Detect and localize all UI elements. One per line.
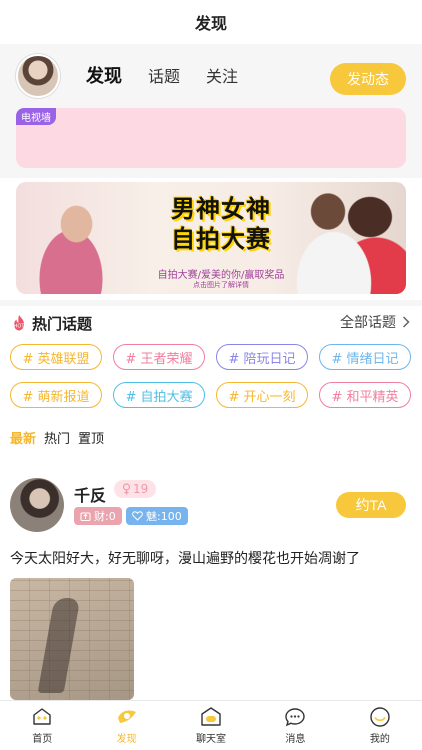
topic-tag[interactable]: # 王者荣耀	[113, 344, 205, 370]
topic-tag[interactable]: # 开心一刻	[216, 382, 308, 408]
my-avatar[interactable]	[16, 54, 60, 98]
top-tabs: 发现 话题 关注	[86, 62, 238, 88]
heart-icon	[132, 511, 143, 521]
chevron-right-icon	[402, 316, 410, 328]
feed-tab-pinned[interactable]: 置顶	[78, 428, 104, 447]
bottom-tab-bar: 首页 发现 聊天室 消息 我的	[0, 700, 422, 750]
tabbar-message[interactable]: 消息	[253, 701, 337, 750]
tabbar-chatroom-label: 聊天室	[196, 734, 227, 745]
feed-tabs: 最新 热门 置顶	[10, 428, 104, 447]
tabbar-profile[interactable]: 我的	[338, 701, 422, 750]
hot-topics-title: 热门话题	[32, 314, 93, 333]
tabbar-home-label: 首页	[32, 734, 53, 745]
wealth-badge: 财:0	[74, 507, 122, 525]
charm-value: 魅:100	[146, 510, 182, 523]
tv-wall-badge: 电视墙	[16, 108, 56, 125]
tabbar-discover-label: 发现	[116, 734, 137, 745]
post-user-name[interactable]: 千反	[74, 482, 106, 506]
message-icon	[285, 708, 306, 727]
home-icon	[33, 708, 51, 725]
topic-tag[interactable]: # 自拍大赛	[113, 382, 205, 408]
feed-tab-hot[interactable]: 热门	[44, 428, 70, 447]
banner-photo-left	[16, 194, 126, 294]
tab-follow[interactable]: 关注	[206, 63, 238, 87]
photo-silhouette	[37, 598, 81, 693]
female-icon	[122, 483, 131, 495]
banner-title: 男神女神 自拍大赛	[126, 194, 316, 254]
hot-fire-icon: HOT	[14, 315, 26, 331]
tabbar-discover[interactable]: 发现	[84, 701, 168, 750]
all-topics-label: 全部话题	[340, 315, 396, 331]
profile-icon	[370, 707, 390, 727]
tab-discover[interactable]: 发现	[86, 62, 122, 88]
banner-hint: 点击图片了解详情	[193, 281, 249, 289]
wealth-value: 财:0	[94, 510, 116, 523]
banner-title-line2: 自拍大赛	[171, 225, 271, 253]
discover-page: 发现 发现 话题 关注 发动态 电视墙 男神女神 自拍大赛 自拍大赛/爱美的你/…	[0, 0, 422, 750]
tv-wall-card[interactable]: 电视墙	[16, 108, 406, 168]
topic-tag[interactable]: # 陪玩日记	[216, 344, 308, 370]
banner-title-line1: 男神女神	[171, 195, 271, 223]
tab-topics[interactable]: 话题	[148, 63, 180, 87]
tabbar-message-label: 消息	[285, 734, 306, 745]
post-photo[interactable]	[10, 578, 134, 700]
age-badge: 19	[114, 480, 157, 498]
topic-tag[interactable]: # 情绪日记	[319, 344, 411, 370]
chatroom-icon	[201, 707, 221, 726]
hot-topics-header: HOT 热门话题 全部话题	[10, 312, 412, 334]
feed-tab-latest[interactable]: 最新	[10, 428, 36, 447]
banner-subtitle: 自拍大赛/爱美的你/赢取奖品	[157, 270, 285, 281]
page-title: 发现	[194, 14, 227, 33]
tabbar-profile-label: 我的	[369, 734, 390, 745]
topic-tag[interactable]: # 和平精英	[319, 382, 411, 408]
all-topics-link[interactable]: 全部话题	[340, 312, 410, 332]
date-her-button[interactable]: 约TA	[336, 492, 406, 518]
tabbar-home[interactable]: 首页	[0, 701, 84, 750]
age-value: 19	[133, 482, 149, 496]
section-divider	[0, 300, 422, 306]
wealth-icon	[80, 512, 91, 521]
discover-icon	[117, 710, 136, 723]
post-user-avatar[interactable]	[10, 478, 64, 532]
charm-badge: 魅:100	[126, 507, 188, 525]
post-text: 今天太阳好大，好无聊呀，漫山遍野的樱花也开始凋谢了	[10, 551, 360, 567]
topic-tag[interactable]: # 英雄联盟	[10, 344, 102, 370]
post-moment-button[interactable]: 发动态	[330, 63, 406, 95]
svg-text:HOT: HOT	[14, 324, 26, 330]
topic-tag[interactable]: # 萌新报道	[10, 382, 102, 408]
hot-topic-tags: # 英雄联盟 # 王者荣耀 # 陪玩日记 # 情绪日记 # 萌新报道 # 自拍大…	[10, 344, 412, 408]
tabbar-chatroom[interactable]: 聊天室	[169, 701, 253, 750]
selfie-contest-banner[interactable]: 男神女神 自拍大赛 自拍大赛/爱美的你/赢取奖品 点击图片了解详情	[16, 182, 406, 294]
